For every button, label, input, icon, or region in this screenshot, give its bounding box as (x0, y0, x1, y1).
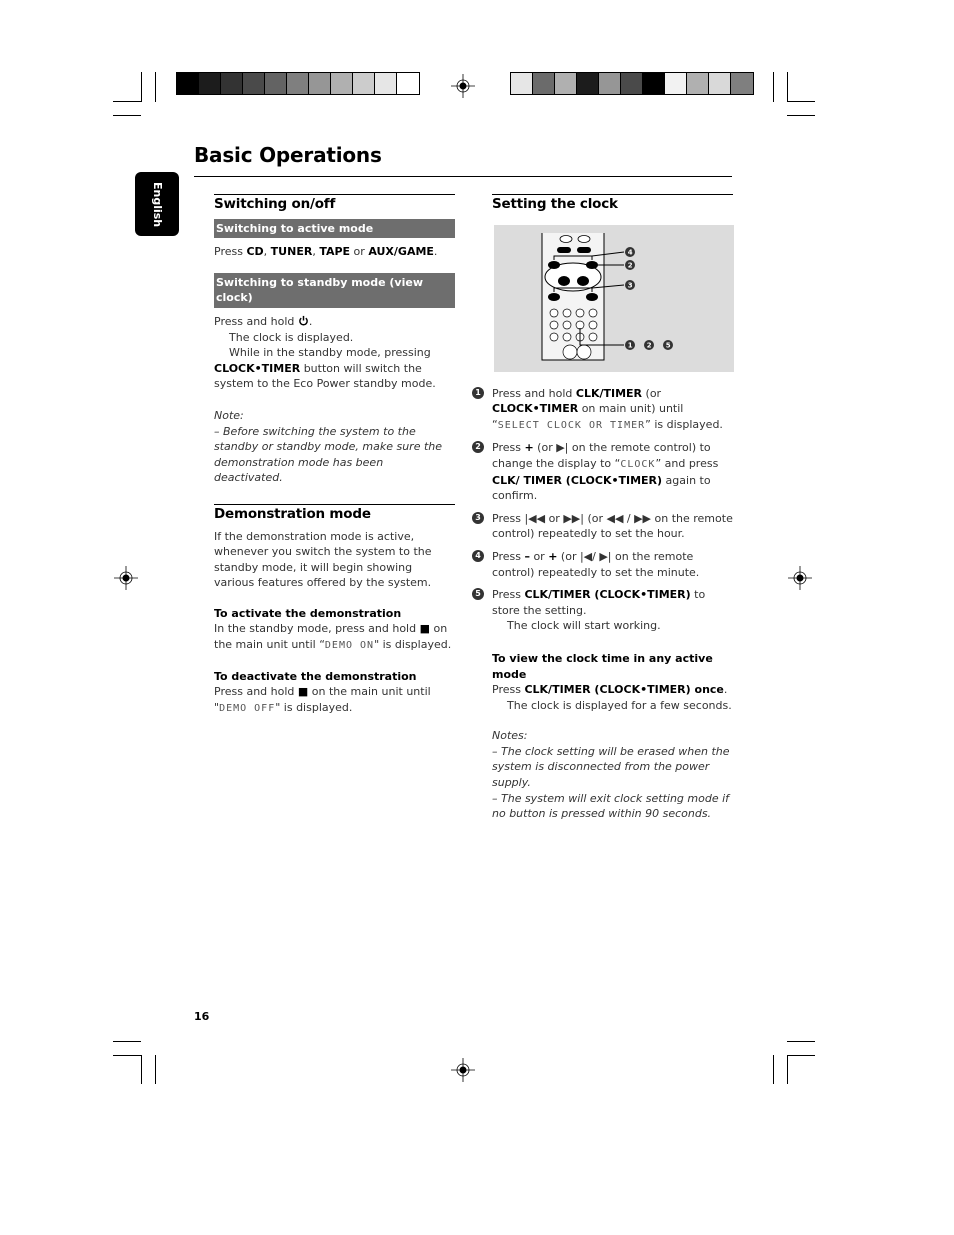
crop-mark (113, 115, 141, 116)
crop-mark (113, 101, 141, 102)
callout-4: 4 (628, 248, 633, 256)
page-title: Basic Operations (194, 143, 382, 167)
deactivate-demo-title: To deactivate the demonstration (214, 669, 417, 683)
registration-mark-icon (788, 566, 812, 590)
page-number: 16 (194, 1010, 210, 1023)
standby-result: The clock is displayed. (229, 330, 354, 344)
color-swatch (265, 73, 287, 94)
registration-mark-icon (451, 1058, 475, 1082)
color-bar-right (510, 72, 754, 95)
remote-control-illustration: 4 2 3 1 2 5 (541, 232, 673, 361)
color-bar-left (176, 72, 420, 95)
crop-mark (113, 1041, 141, 1042)
crop-mark (773, 1055, 774, 1084)
callout-2: 2 (628, 261, 633, 269)
view-clock-title: To view the clock time in any active mod… (492, 651, 713, 681)
registration-mark-icon (114, 566, 138, 590)
step-1: 1 Press and hold CLK/TIMER (or CLOCK•TIM… (472, 386, 733, 434)
callout-3: 3 (628, 281, 633, 289)
section-heading-demo: Demonstration mode (214, 505, 371, 522)
standby-instruction: Press and hold . (214, 314, 313, 328)
note-item: – The clock setting will be erased when … (492, 744, 730, 790)
demo-intro: If the demonstration mode is active, whe… (214, 529, 432, 590)
notes-label: Notes: (492, 729, 528, 743)
step-number: 1 (472, 386, 484, 399)
crop-mark (787, 72, 788, 102)
step-number: 5 (472, 588, 484, 601)
section-rule (214, 503, 455, 505)
color-swatch (555, 73, 577, 94)
color-swatch (533, 73, 555, 94)
step-number: 2 (472, 441, 484, 454)
crop-mark (141, 1055, 142, 1084)
color-swatch (243, 73, 265, 94)
crop-mark (155, 72, 156, 102)
stop-icon: ■ (297, 685, 309, 699)
note-label: Note: (214, 408, 244, 422)
color-swatch (643, 73, 665, 94)
right-column: Setting the clock 4 2 3 1 2 5 1 Press an… (472, 194, 734, 822)
color-swatch (577, 73, 599, 94)
subsection-bar-standby: Switching to standby mode (view clock) (214, 272, 455, 308)
crop-mark (141, 72, 142, 102)
active-mode-instruction: Press CD, TUNER, TAPE or AUX/GAME. (214, 245, 438, 259)
crop-mark (787, 115, 815, 116)
subsection-bar-active: Switching to active mode (214, 218, 455, 239)
title-rule (194, 176, 732, 177)
color-swatch (621, 73, 643, 94)
color-swatch (199, 73, 221, 94)
color-swatch (331, 73, 353, 94)
crop-mark (787, 1055, 788, 1084)
color-swatch (665, 73, 687, 94)
step-4: 4 Press – or + (or |◀/ ▶| on the remote … (472, 549, 733, 580)
callout-1: 1 (628, 341, 633, 349)
crop-mark (787, 1041, 815, 1042)
color-swatch (353, 73, 375, 94)
section-heading-clock: Setting the clock (492, 196, 618, 212)
activate-demo-title: To activate the demonstration (214, 606, 402, 620)
section-heading-switching: Switching on/off (214, 196, 336, 212)
callout-2: 2 (647, 341, 652, 349)
step-5: 5 Press CLK/TIMER (CLOCK•TIMER) to store… (472, 587, 733, 634)
crop-mark (113, 1055, 141, 1056)
color-swatch (599, 73, 621, 94)
callout-5: 5 (666, 341, 671, 349)
activate-demo-text: In the standby mode, press and hold ■ on… (214, 622, 452, 652)
color-swatch (731, 73, 753, 94)
step-3: 3 Press |◀◀ or ▶▶| (or ◀◀ / ▶▶ on the re… (472, 511, 733, 542)
color-swatch (687, 73, 709, 94)
step-2: 2 Press + (or ▶| on the remote control) … (472, 440, 733, 503)
view-clock-result: The clock is displayed for a few seconds… (507, 698, 732, 712)
step-number: 3 (472, 511, 484, 524)
left-column: Switching on/off Switching to active mod… (214, 194, 455, 716)
section-rule (492, 194, 733, 195)
standby-info: While in the standby mode, pressing (229, 346, 431, 360)
standby-info-cont: CLOCK•TIMER button will switch the syste… (214, 361, 436, 391)
language-tab: English (135, 172, 179, 236)
remote-control-figure: 4 2 3 1 2 5 (494, 224, 734, 372)
crop-mark (773, 72, 774, 102)
power-icon (299, 315, 308, 326)
crop-mark (155, 1055, 156, 1084)
color-swatch (177, 73, 199, 94)
color-swatch (221, 73, 243, 94)
view-clock-instruction: Press CLK/TIMER (CLOCK•TIMER) once. (492, 683, 728, 697)
stop-icon: ■ (419, 622, 431, 636)
note-text: – Before switching the system to the sta… (214, 424, 443, 485)
deactivate-demo-text: Press and hold ■ on the main unit until … (214, 685, 431, 714)
section-rule (214, 194, 455, 195)
crop-mark (787, 101, 815, 102)
color-swatch (309, 73, 331, 94)
color-swatch (287, 73, 309, 94)
color-swatch (397, 73, 419, 94)
note-item: – The system will exit clock setting mod… (492, 791, 730, 821)
color-swatch (709, 73, 731, 94)
crop-mark (787, 1055, 815, 1056)
registration-mark-icon (451, 74, 475, 98)
color-swatch (375, 73, 397, 94)
step-number: 4 (472, 549, 484, 562)
color-swatch (511, 73, 533, 94)
language-tab-label: English (151, 182, 164, 228)
